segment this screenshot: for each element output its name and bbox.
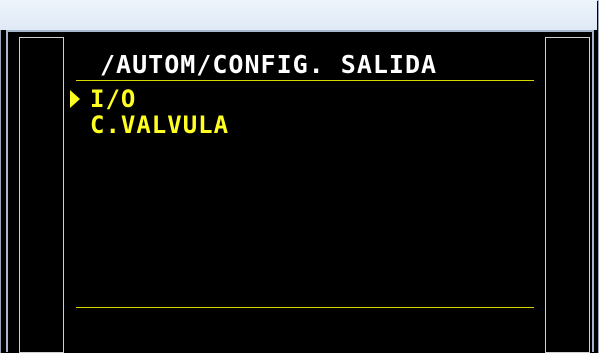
- window-titlebar: [0, 0, 597, 30]
- menu-item-c-valvula[interactable]: C.VALVULA: [70, 112, 229, 138]
- menu-item-io[interactable]: I/O: [70, 86, 229, 112]
- menu-item-label: I/O: [90, 85, 137, 113]
- menu-title: /AUTOM/CONFIG. SALIDA: [100, 50, 438, 79]
- footer-divider: [76, 307, 534, 308]
- title-divider: [76, 80, 534, 81]
- selection-cursor-icon: [70, 90, 80, 108]
- menu-item-label: C.VALVULA: [90, 111, 230, 139]
- right-softkey-column[interactable]: [545, 37, 590, 353]
- left-softkey-column[interactable]: [19, 37, 64, 353]
- menu-list: I/O C.VALVULA: [70, 86, 229, 138]
